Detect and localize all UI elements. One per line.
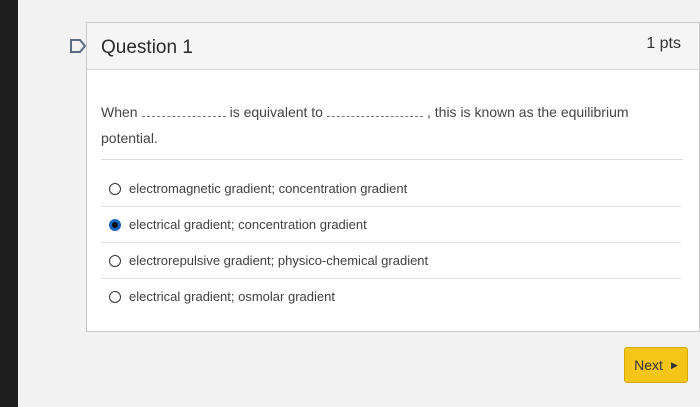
next-button[interactable]: Next ▶ [624,347,688,383]
answer-option[interactable]: electrical gradient; concentration gradi… [101,207,681,243]
question-prompt: When is equivalent to , this is known as t… [101,99,676,151]
next-button-label: Next [634,357,663,373]
bookmark-flag-icon[interactable] [70,38,86,54]
answer-label: electrorepulsive gradient; physico-chemi… [129,253,429,268]
play-arrow-icon: ▶ [670,359,678,370]
radio-button[interactable] [109,182,121,195]
question-card: Question 1 1 pts When is equivalent to , t… [86,22,700,332]
radio-button[interactable] [109,290,121,303]
prompt-text-4: potential. [101,130,158,146]
blank-1 [141,104,226,117]
radio-button-selected[interactable] [109,218,121,231]
divider [101,159,683,160]
question-title: Question 1 [101,37,193,58]
answer-label: electrical gradient; osmolar gradient [129,289,335,304]
blank-2 [326,104,423,117]
answer-label: electrical gradient; concentration gradi… [129,217,367,232]
radio-button[interactable] [109,254,121,267]
prompt-text-1: When [101,104,138,120]
answer-option[interactable]: electrical gradient; osmolar gradient [101,279,681,314]
answer-option[interactable]: electrorepulsive gradient; physico-chemi… [101,243,681,279]
prompt-text-3: , this is known as the equilibrium [426,104,629,120]
question-header: Question 1 1 pts [87,23,699,70]
answer-label: electromagnetic gradient; concentration … [129,181,408,196]
prompt-text-2: is equivalent to [229,104,323,120]
answer-list: electromagnetic gradient; concentration … [101,171,681,314]
answer-option[interactable]: electromagnetic gradient; concentration … [101,171,681,207]
question-points: 1 pts [646,35,681,52]
